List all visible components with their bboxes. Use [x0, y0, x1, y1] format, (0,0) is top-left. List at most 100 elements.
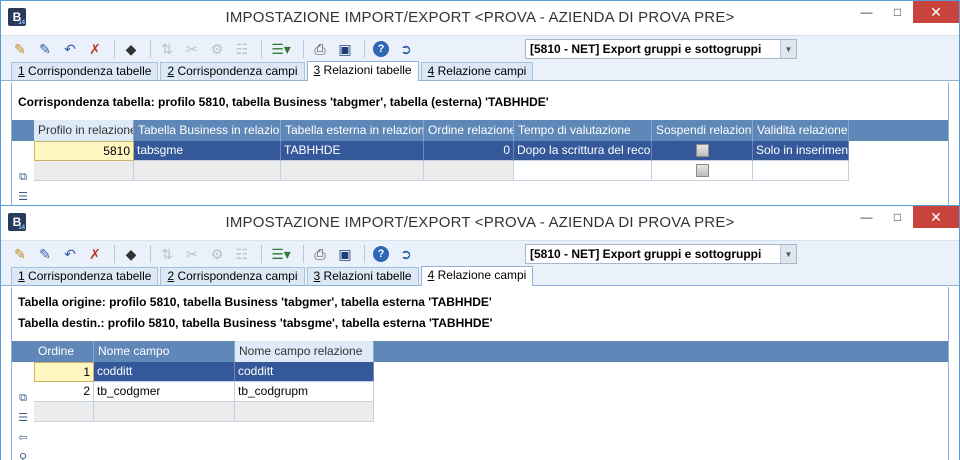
- grid-cell[interactable]: [34, 161, 134, 181]
- table-row[interactable]: 2 tb_codgmer tb_codgrupm: [12, 382, 948, 402]
- print-icon[interactable]: ⎙: [309, 38, 331, 60]
- toolbar: ✎ ✎ ↶ ✗ ◆ ⇅ ✂ ⚙ ☷ ☰▾ ⎙ ▣ ? ➲ [5810 - NET…: [1, 240, 959, 266]
- undo-icon[interactable]: ↶: [59, 243, 81, 265]
- grid-cell[interactable]: codditt: [235, 362, 374, 382]
- monitor-icon[interactable]: ▣: [334, 38, 356, 60]
- grid-cell[interactable]: [94, 402, 235, 422]
- column-header[interactable]: Tabella esterna in relazione: [281, 120, 424, 141]
- close-button[interactable]: ✕: [913, 206, 959, 228]
- tree-icon[interactable]: ☷: [231, 243, 253, 265]
- print-icon[interactable]: ⎙: [309, 243, 331, 265]
- minimize-button[interactable]: —: [851, 1, 882, 23]
- exit-icon[interactable]: ➲: [395, 243, 417, 265]
- table-row[interactable]: 5810 tabsgme TABHHDE 0 Dopo la scrittura…: [12, 141, 948, 161]
- tab-corrispondenza-tabelle[interactable]: 1 Corrispondenza tabelle: [11, 62, 159, 80]
- help-icon[interactable]: ?: [370, 243, 392, 265]
- table-row[interactable]: 1 codditt codditt: [12, 362, 948, 382]
- help-icon[interactable]: ?: [370, 38, 392, 60]
- grid-cell[interactable]: [424, 161, 514, 181]
- exit-icon[interactable]: ➲: [395, 38, 417, 60]
- list-icon[interactable]: ☰▾: [267, 243, 295, 265]
- profile-select[interactable]: [5810 - NET] Export gruppi e sottogruppi…: [525, 244, 797, 264]
- maximize-button[interactable]: □: [882, 206, 913, 228]
- grid-cell[interactable]: [753, 161, 849, 181]
- cut-icon[interactable]: ✂: [181, 243, 203, 265]
- tab-relazione-campi[interactable]: 4 Relazione campi: [420, 62, 534, 80]
- settings-icon[interactable]: ⚙: [206, 38, 228, 60]
- tab-corrispondenza-tabelle[interactable]: 1 Corrispondenza tabelle: [11, 267, 159, 285]
- edit-icon[interactable]: ✎: [9, 38, 31, 60]
- grid-cell[interactable]: [281, 161, 424, 181]
- grid-cell[interactable]: tabsgme: [134, 141, 281, 161]
- fields-grid: Ordine Nome campo Nome campo relazione 1…: [12, 341, 948, 422]
- column-header[interactable]: Validità relazione: [753, 120, 849, 141]
- sospendi-checkbox[interactable]: [695, 164, 709, 177]
- grid-cell[interactable]: 0: [424, 141, 514, 161]
- copy-row-icon[interactable]: ⧉: [16, 391, 30, 405]
- grid-cell[interactable]: Solo in inserimento: [753, 141, 849, 161]
- grid-cell[interactable]: 5810: [34, 141, 134, 161]
- undo-icon[interactable]: ↶: [59, 38, 81, 60]
- grid-cell[interactable]: [514, 161, 652, 181]
- column-header[interactable]: Ordine: [34, 341, 94, 362]
- grid-cell[interactable]: [652, 141, 753, 161]
- tree-icon[interactable]: ☷: [231, 38, 253, 60]
- column-header[interactable]: Profilo in relazione: [34, 120, 134, 141]
- column-header[interactable]: Nome campo relazione: [235, 341, 374, 362]
- delete-icon[interactable]: ✗: [84, 243, 106, 265]
- cut-icon[interactable]: ✂: [181, 38, 203, 60]
- sort-icon[interactable]: ⇅: [156, 243, 178, 265]
- list-detail-icon[interactable]: ☰: [16, 411, 30, 425]
- row-header: [12, 141, 34, 161]
- grid-cell[interactable]: tb_codgrupm: [235, 382, 374, 402]
- edit-save-icon[interactable]: ✎: [34, 38, 56, 60]
- chevron-down-icon[interactable]: ▼: [780, 245, 796, 263]
- table-row-new[interactable]: [12, 402, 948, 422]
- column-header[interactable]: Tabella Business in relazione: [134, 120, 281, 141]
- monitor-icon[interactable]: ▣: [334, 243, 356, 265]
- close-button[interactable]: ✕: [913, 1, 959, 23]
- list-icon[interactable]: ☰▾: [267, 38, 295, 60]
- grid-cell[interactable]: [235, 402, 374, 422]
- grid-cell[interactable]: [34, 402, 94, 422]
- toolbar-separator: [364, 244, 365, 263]
- maximize-button[interactable]: □: [882, 1, 913, 23]
- grid-cell[interactable]: codditt: [94, 362, 235, 382]
- column-header[interactable]: Ordine relazione: [424, 120, 514, 141]
- grid-cell[interactable]: TABHHDE: [281, 141, 424, 161]
- tab-corrispondenza-campi[interactable]: 2 Corrispondenza campi: [160, 62, 305, 80]
- column-header[interactable]: Nome campo: [94, 341, 235, 362]
- edit-icon[interactable]: ✎: [9, 243, 31, 265]
- binoculars-icon[interactable]: ◆: [120, 243, 142, 265]
- edit-save-icon[interactable]: ✎: [34, 243, 56, 265]
- tab-label: Corrispondenza tabelle: [24, 64, 152, 78]
- delete-icon[interactable]: ✗: [84, 38, 106, 60]
- grid-cell[interactable]: 2: [34, 382, 94, 402]
- grid-corner: [12, 120, 34, 141]
- grid-cell[interactable]: tb_codgmer: [94, 382, 235, 402]
- grid-cell[interactable]: [134, 161, 281, 181]
- tab-label: Relazioni tabelle: [320, 269, 412, 283]
- column-header[interactable]: Tempo di valutazione: [514, 120, 652, 141]
- tab-relazione-campi[interactable]: 4 Relazione campi: [420, 266, 534, 286]
- grid-cell[interactable]: Dopo la scrittura del record: [514, 141, 652, 161]
- chevron-down-icon[interactable]: ▼: [780, 40, 796, 58]
- sospendi-checkbox[interactable]: [695, 144, 709, 157]
- profile-select[interactable]: [5810 - NET] Export gruppi e sottogruppi…: [525, 39, 797, 59]
- import-icon[interactable]: ⇦: [16, 431, 30, 445]
- grid-cell[interactable]: 1: [34, 362, 94, 382]
- sort-icon[interactable]: ⇅: [156, 38, 178, 60]
- binoculars-icon[interactable]: ◆: [120, 38, 142, 60]
- tab-corrispondenza-campi[interactable]: 2 Corrispondenza campi: [160, 267, 305, 285]
- tab-relazioni-tabelle[interactable]: 3 Relazioni tabelle: [306, 267, 419, 285]
- zoom-icon[interactable]: ⚲: [16, 451, 30, 460]
- table-row-new[interactable]: [12, 161, 948, 181]
- grid-cell[interactable]: [652, 161, 753, 181]
- column-header[interactable]: Sospendi relazione: [652, 120, 753, 141]
- grid-header: Profilo in relazione Tabella Business in…: [12, 120, 948, 141]
- copy-row-icon[interactable]: ⧉: [16, 170, 30, 184]
- tab-relazioni-tabelle[interactable]: 3 Relazioni tabelle: [306, 61, 419, 81]
- minimize-button[interactable]: —: [851, 206, 882, 228]
- settings-icon[interactable]: ⚙: [206, 243, 228, 265]
- list-detail-icon[interactable]: ☰: [16, 190, 30, 204]
